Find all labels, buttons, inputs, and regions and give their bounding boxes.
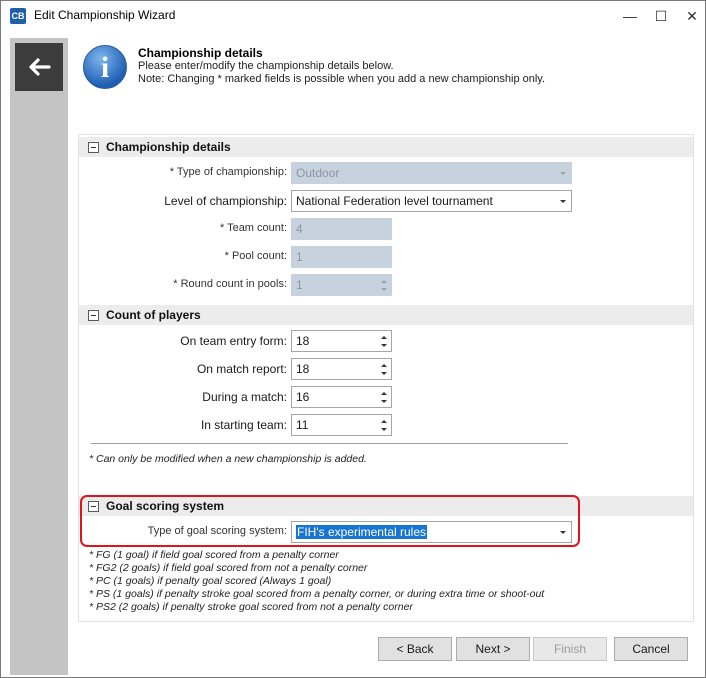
starting-team-label: In starting team: bbox=[200, 418, 287, 432]
section-heading: Championship details bbox=[106, 140, 231, 154]
spin-up-icon bbox=[381, 280, 387, 283]
team-count-field: 4 bbox=[291, 218, 392, 240]
entry-form-value: 18 bbox=[296, 334, 310, 348]
pool-count-value: 1 bbox=[296, 250, 303, 264]
team-count-label: * Team count: bbox=[219, 222, 287, 234]
highlight-annotation bbox=[80, 495, 580, 547]
window-title: Edit Championship Wizard bbox=[34, 8, 176, 22]
cancel-button[interactable]: Cancel bbox=[614, 637, 688, 661]
round-count-stepper: 1 bbox=[291, 274, 392, 296]
spin-down-icon[interactable] bbox=[381, 428, 387, 431]
legend-line-1: * FG (1 goal) if field goal scored from … bbox=[89, 549, 339, 561]
back-nav-button[interactable] bbox=[15, 43, 63, 91]
spin-up-icon[interactable] bbox=[381, 420, 387, 423]
section-count-of-players[interactable]: Count of players bbox=[79, 305, 693, 325]
legend-line-4: * PS (1 goals) if penalty stroke goal sc… bbox=[89, 588, 545, 600]
spin-up-icon[interactable] bbox=[381, 336, 387, 339]
team-count-value: 4 bbox=[296, 222, 303, 236]
header-line-2: Note: Changing * marked fields is possib… bbox=[138, 73, 546, 85]
championship-level-value: National Federation level tournament bbox=[296, 194, 493, 208]
collapse-toggle-icon[interactable] bbox=[88, 310, 99, 321]
legend-line-5: * PS2 (2 goals) if penalty stroke goal s… bbox=[89, 601, 413, 613]
back-arrow-icon bbox=[29, 58, 51, 76]
wizard-sidebar bbox=[10, 38, 68, 675]
championship-type-combo: Outdoor bbox=[291, 162, 572, 184]
entry-form-stepper[interactable]: 18 bbox=[291, 330, 392, 352]
match-report-stepper[interactable]: 18 bbox=[291, 358, 392, 380]
during-match-value: 16 bbox=[296, 390, 310, 404]
match-report-value: 18 bbox=[296, 362, 310, 376]
match-report-label: On match report: bbox=[196, 362, 287, 376]
spin-down-icon bbox=[381, 288, 387, 291]
app-icon: CB bbox=[10, 8, 26, 24]
collapse-toggle-icon[interactable] bbox=[88, 142, 99, 153]
modification-note: * Can only be modified when a new champi… bbox=[89, 453, 367, 465]
wizard-window: CB Edit Championship Wizard — ☐ ✕ i Cham… bbox=[0, 0, 706, 678]
back-button[interactable]: < Back bbox=[378, 637, 452, 661]
round-count-value: 1 bbox=[296, 278, 303, 292]
spin-down-icon[interactable] bbox=[381, 372, 387, 375]
championship-type-value: Outdoor bbox=[296, 166, 340, 180]
entry-form-label: On team entry form: bbox=[180, 334, 287, 348]
divider bbox=[91, 443, 568, 444]
spin-down-icon[interactable] bbox=[381, 344, 387, 347]
header-line-1: Please enter/modify the championship det… bbox=[138, 60, 394, 72]
section-heading: Count of players bbox=[106, 308, 201, 322]
info-icon: i bbox=[83, 45, 127, 89]
title-bar[interactable]: CB Edit Championship Wizard — ☐ ✕ bbox=[1, 1, 705, 31]
close-button[interactable]: ✕ bbox=[677, 1, 706, 31]
starting-team-stepper[interactable]: 11 bbox=[291, 414, 392, 436]
championship-level-combo[interactable]: National Federation level tournament bbox=[291, 190, 572, 212]
spin-down-icon[interactable] bbox=[381, 400, 387, 403]
finish-button[interactable]: Finish bbox=[533, 637, 607, 661]
pool-count-field: 1 bbox=[291, 246, 392, 268]
spin-up-icon[interactable] bbox=[381, 364, 387, 367]
championship-level-label: Level of championship: bbox=[164, 194, 287, 208]
starting-team-value: 11 bbox=[296, 418, 309, 432]
chevron-down-icon bbox=[560, 200, 566, 203]
round-count-label: * Round count in pools: bbox=[173, 278, 287, 290]
next-button[interactable]: Next > bbox=[456, 637, 530, 661]
spin-up-icon[interactable] bbox=[381, 392, 387, 395]
legend-line-3: * PC (1 goals) if penalty goal scored (A… bbox=[89, 575, 332, 587]
wizard-header: i Championship details Please enter/modi… bbox=[68, 38, 705, 132]
during-match-label: During a match: bbox=[202, 390, 287, 404]
minimize-button[interactable]: — bbox=[615, 1, 645, 31]
maximize-button[interactable]: ☐ bbox=[646, 1, 676, 31]
legend-line-2: * FG2 (2 goals) if field goal scored fro… bbox=[89, 562, 368, 574]
during-match-stepper[interactable]: 16 bbox=[291, 386, 392, 408]
header-title: Championship details bbox=[138, 46, 263, 60]
championship-type-label: * Type of championship: bbox=[169, 166, 287, 178]
pool-count-label: * Pool count: bbox=[224, 250, 287, 262]
chevron-down-icon bbox=[560, 172, 566, 175]
section-championship-details[interactable]: Championship details bbox=[79, 137, 693, 157]
